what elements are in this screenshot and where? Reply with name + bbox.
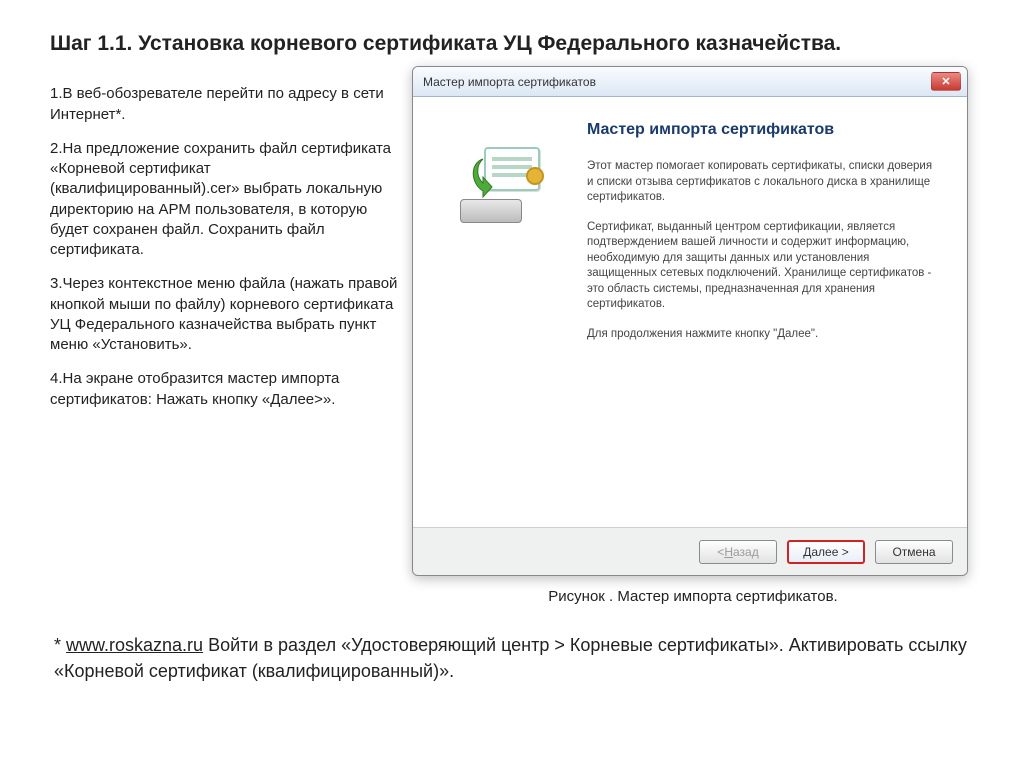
cancel-button[interactable]: Отмена — [875, 540, 953, 564]
wizard-paragraph-2: Сертификат, выданный центром сертификаци… — [587, 220, 941, 313]
screenshot-column: Мастер импорта сертификатов ✕ — [412, 66, 974, 605]
wizard-icon-column — [431, 121, 571, 517]
instructions-column: 1.В веб-обозревателе перейти по адресу в… — [50, 66, 400, 605]
wizard-button-row: < Назад Далее > Отмена — [413, 527, 967, 575]
wizard-heading: Мастер импорта сертификатов — [587, 121, 941, 139]
back-button[interactable]: < Назад — [699, 540, 777, 564]
back-button-rest: азад — [733, 545, 759, 559]
window-title: Мастер импорта сертификатов — [423, 75, 596, 89]
next-button[interactable]: Далее > — [787, 540, 865, 564]
content-row: 1.В веб-обозревателе перейти по адресу в… — [50, 66, 974, 605]
back-button-prefix: < — [717, 545, 724, 559]
close-icon[interactable]: ✕ — [931, 72, 961, 91]
wizard-text: Этот мастер помогает копировать сертифик… — [587, 159, 941, 342]
next-button-mnemonic: Д — [803, 545, 811, 559]
wizard-paragraph-1: Этот мастер помогает копировать сертифик… — [587, 159, 941, 206]
page-title: Шаг 1.1. Установка корневого сертификата… — [50, 30, 974, 58]
wizard-window: Мастер импорта сертификатов ✕ — [412, 66, 968, 576]
wizard-body: Мастер импорта сертификатов Этот мастер … — [413, 97, 967, 527]
step-4: 4.На экране отобразится мастер импорта с… — [50, 369, 400, 410]
step-3: 3.Через контекстное меню файла (нажать п… — [50, 274, 400, 355]
wizard-paragraph-3: Для продолжения нажмите кнопку "Далее". — [587, 327, 941, 343]
step-1: 1.В веб-обозревателе перейти по адресу в… — [50, 84, 400, 125]
back-button-mnemonic: Н — [724, 545, 733, 559]
certificate-import-icon — [456, 147, 546, 227]
step-2: 2.На предложение сохранить файл сертифик… — [50, 139, 400, 261]
footnote-link[interactable]: www.roskazna.ru — [66, 635, 203, 655]
figure-caption: Рисунок . Мастер импорта сертификатов. — [412, 588, 974, 605]
footnote-prefix: * — [54, 635, 66, 655]
footnote: * www.roskazna.ru Войти в раздел «Удосто… — [50, 633, 974, 683]
next-button-rest: алее > — [811, 545, 848, 559]
window-controls: ✕ — [931, 72, 961, 91]
wizard-main: Мастер импорта сертификатов Этот мастер … — [587, 121, 941, 517]
window-titlebar: Мастер импорта сертификатов ✕ — [413, 67, 967, 97]
